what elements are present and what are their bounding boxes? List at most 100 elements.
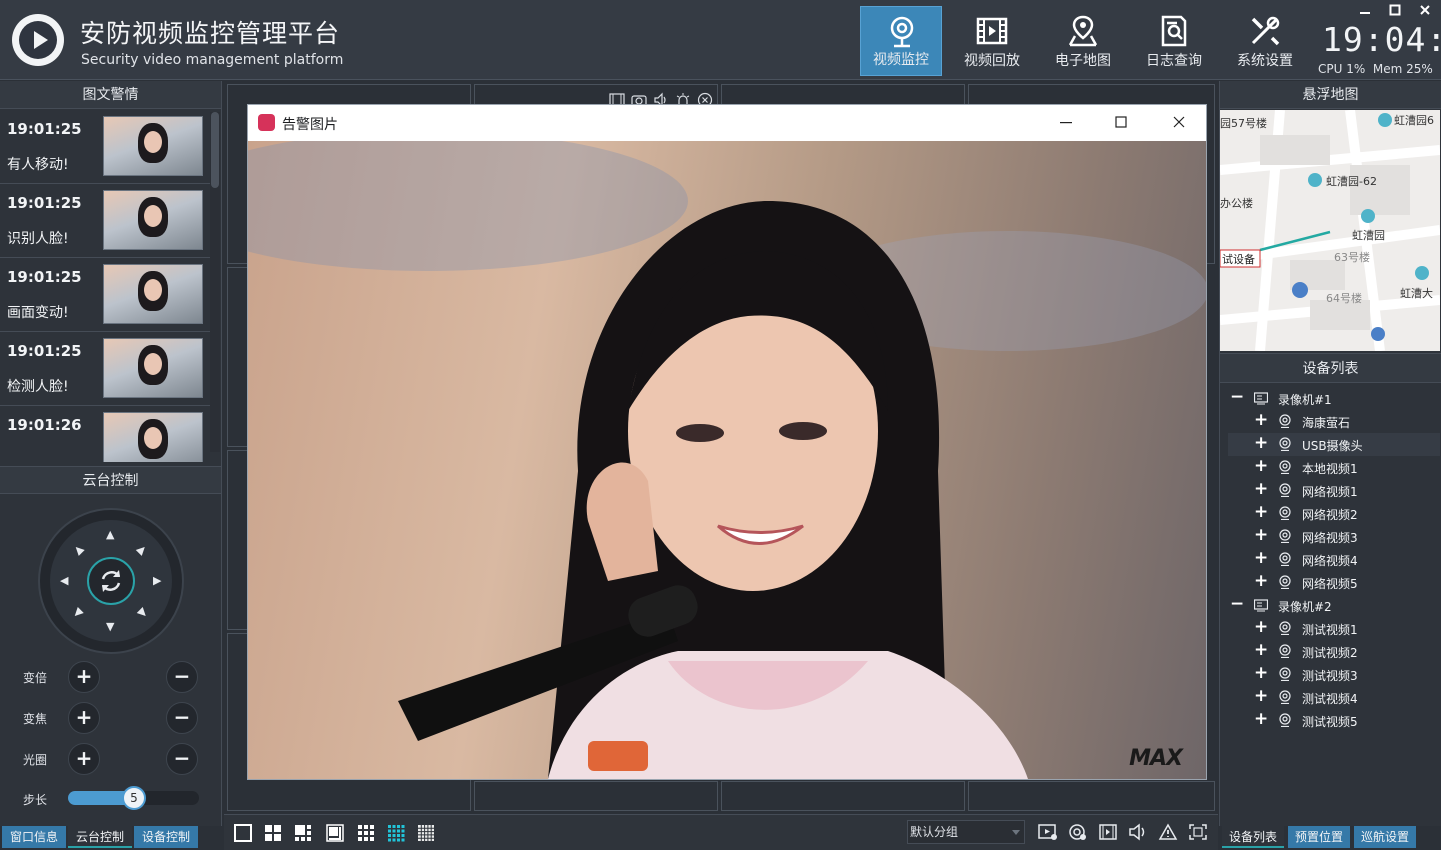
nav-video-monitor-button[interactable]: 视频监控 [860, 6, 942, 76]
floating-map[interactable]: 园57号楼 虹漕园6 虹漕园-62 办公楼 虹漕园 试设备 63号楼 64号楼 … [1220, 110, 1440, 351]
layout-5x5-icon[interactable] [417, 824, 435, 842]
tree-recorder-node[interactable]: − 录像机#1 [1228, 387, 1440, 410]
alarm-item[interactable]: 19:01:25 检测人脸! [0, 332, 210, 406]
expand-icon[interactable]: + [1254, 687, 1268, 705]
zoom-out-button[interactable]: − [166, 661, 198, 693]
video-cell[interactable] [474, 781, 718, 811]
layout-3x3-icon[interactable] [357, 824, 375, 842]
expand-icon[interactable]: + [1254, 411, 1268, 429]
ptz-up-arrow-icon[interactable]: ▲ [106, 528, 114, 541]
expand-icon[interactable]: + [1254, 641, 1268, 659]
photo-watermark: MAX [1129, 746, 1183, 771]
warning-icon[interactable] [1158, 823, 1178, 841]
ptz-auto-button[interactable] [87, 557, 135, 605]
fullscreen-icon[interactable] [1188, 823, 1208, 841]
tree-camera-node[interactable]: + 海康萤石 [1228, 410, 1440, 433]
close-button[interactable] [1417, 4, 1433, 20]
minimize-icon [1060, 122, 1072, 124]
expand-icon[interactable]: + [1254, 526, 1268, 544]
alarm-thumbnail[interactable] [103, 190, 203, 250]
video-cell[interactable] [721, 781, 965, 811]
layout-2x2-icon[interactable] [264, 824, 282, 842]
alarm-item[interactable]: 19:01:26 [0, 406, 210, 462]
ptz-down-arrow-icon[interactable]: ▼ [106, 620, 114, 633]
tree-node-label: 网络视频3 [1302, 531, 1358, 545]
group-select[interactable]: 默认分组 [907, 820, 1025, 844]
dialog-minimize-button[interactable] [1055, 113, 1077, 133]
tree-camera-node[interactable]: + 测试视频1 [1228, 617, 1440, 640]
iris-close-button[interactable]: − [166, 743, 198, 775]
alarm-list[interactable]: 19:01:25 有人移动! 19:01:25 识别人脸! 19:01:25 画… [0, 110, 210, 462]
dialog-titlebar[interactable]: 告警图片 [248, 105, 1206, 141]
layout-1x1-icon[interactable] [234, 824, 252, 842]
collapse-icon[interactable]: − [1230, 595, 1244, 613]
tab-cruise-settings[interactable]: 巡航设置 [1354, 826, 1416, 848]
minimize-button[interactable] [1357, 4, 1373, 20]
recorder-icon [1254, 392, 1268, 405]
tree-camera-node[interactable]: + 本地视频1 [1228, 456, 1440, 479]
tree-camera-node[interactable]: + 网络视频1 [1228, 479, 1440, 502]
expand-icon[interactable]: + [1254, 664, 1268, 682]
maximize-button[interactable] [1387, 4, 1403, 20]
expand-icon[interactable]: + [1254, 710, 1268, 728]
tree-camera-node[interactable]: + 网络视频2 [1228, 502, 1440, 525]
alarm-item[interactable]: 19:01:25 画面变动! [0, 258, 210, 332]
alarm-thumbnail[interactable] [103, 116, 203, 176]
tree-camera-node[interactable]: + 网络视频3 [1228, 525, 1440, 548]
layout-4x4-icon[interactable] [387, 824, 405, 842]
alarm-scrollbar-thumb[interactable] [211, 112, 219, 188]
snapshot-all-icon[interactable] [1068, 823, 1088, 841]
expand-icon[interactable]: + [1254, 618, 1268, 636]
expand-icon[interactable]: + [1254, 480, 1268, 498]
expand-icon[interactable]: + [1254, 503, 1268, 521]
alarm-thumbnail[interactable] [103, 338, 203, 398]
iris-open-button[interactable]: + [68, 743, 100, 775]
tree-recorder-node[interactable]: − 录像机#2 [1228, 594, 1440, 617]
tab-window-info[interactable]: 窗口信息 [2, 826, 66, 848]
collapse-icon[interactable]: − [1230, 388, 1244, 406]
dialog-maximize-button[interactable] [1110, 113, 1132, 133]
alarm-item[interactable]: 19:01:25 有人移动! [0, 110, 210, 184]
tree-camera-node[interactable]: + 网络视频4 [1228, 548, 1440, 571]
expand-icon[interactable]: + [1254, 572, 1268, 590]
alarm-time: 19:01:25 [7, 342, 82, 360]
tree-camera-node[interactable]: + 测试视频5 [1228, 709, 1440, 732]
video-cell[interactable] [968, 781, 1215, 811]
expand-icon[interactable]: + [1254, 457, 1268, 475]
focus-in-button[interactable]: + [68, 702, 100, 734]
focus-out-button[interactable]: − [166, 702, 198, 734]
tab-device-list[interactable]: 设备列表 [1222, 826, 1284, 848]
nav-video-playback-button[interactable]: 视频回放 [951, 6, 1033, 76]
layout-1plus7-icon[interactable] [326, 824, 344, 842]
expand-icon[interactable]: + [1254, 549, 1268, 567]
tree-camera-node[interactable]: + 测试视频3 [1228, 663, 1440, 686]
tree-camera-node[interactable]: + USB摄像头 [1228, 433, 1440, 456]
tree-camera-node[interactable]: + 网络视频5 [1228, 571, 1440, 594]
alarm-item[interactable]: 19:01:25 识别人脸! [0, 184, 210, 258]
nav-emap-button[interactable]: 电子地图 [1042, 6, 1124, 76]
dialog-close-button[interactable] [1168, 113, 1190, 133]
tab-preset-position[interactable]: 预置位置 [1288, 826, 1350, 848]
volume-icon[interactable] [1128, 823, 1148, 841]
alarm-thumbnail[interactable] [103, 264, 203, 324]
device-map-label[interactable]: 试设备 [1222, 251, 1255, 267]
step-slider-knob[interactable]: 5 [122, 786, 146, 810]
tree-node-label: 测试视频5 [1302, 715, 1358, 729]
expand-icon[interactable]: + [1254, 434, 1268, 452]
ptz-iris-label: 光圈 [23, 753, 48, 767]
tree-camera-node[interactable]: + 测试视频2 [1228, 640, 1440, 663]
nav-log-query-button[interactable]: 日志查询 [1133, 6, 1215, 76]
tree-camera-node[interactable]: + 测试视频4 [1228, 686, 1440, 709]
ptz-right-arrow-icon[interactable]: ▶ [153, 574, 161, 587]
zoom-in-button[interactable]: + [68, 661, 100, 693]
video-icon[interactable] [1098, 823, 1118, 841]
alarm-thumbnail[interactable] [103, 412, 203, 462]
layout-1plus5-icon[interactable] [294, 824, 312, 842]
ptz-left-arrow-icon[interactable]: ◀ [60, 574, 68, 587]
ptz-iris-row: 光圈 + − [0, 742, 222, 776]
tab-ptz-control[interactable]: 云台控制 [68, 826, 132, 848]
nav-system-settings-button[interactable]: 系统设置 [1224, 6, 1306, 76]
tab-device-control[interactable]: 设备控制 [134, 826, 198, 848]
record-play-icon[interactable] [1038, 823, 1058, 841]
alarm-time: 19:01:25 [7, 120, 82, 138]
